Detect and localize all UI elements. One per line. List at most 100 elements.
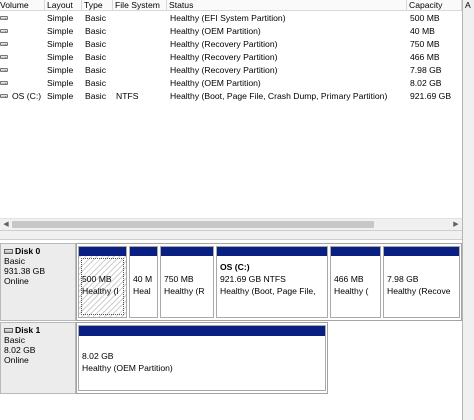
disk-title: Disk 1 (15, 325, 41, 335)
partition-color-bar (217, 247, 327, 256)
disk-icon (4, 328, 13, 333)
disk-1-title-row: Disk 1 (4, 325, 75, 335)
partition-status: Healthy (R (164, 286, 205, 296)
volume-type: Basic (85, 65, 107, 75)
partition[interactable]: 8.02 GB Healthy (OEM Partition) (78, 325, 326, 391)
column-header-type[interactable]: Type (82, 0, 113, 10)
volume-status: Healthy (Recovery Partition) (170, 39, 278, 49)
partition-text: 40 M Heal (133, 273, 156, 297)
partition-status: Healthy (I (82, 286, 119, 296)
volume-capacity: 466 MB (410, 52, 440, 62)
volume-type: Basic (85, 52, 107, 62)
drive-icon (0, 55, 8, 59)
volume-type: Basic (85, 39, 107, 49)
disk-state: Online (4, 355, 29, 365)
partition[interactable]: 466 MB Healthy ( (330, 246, 381, 318)
partition-status: Healthy (Boot, Page File, (220, 286, 316, 296)
volume-status: Healthy (OEM Partition) (170, 78, 261, 88)
volume-status: Healthy (EFI System Partition) (170, 13, 286, 23)
partition-size: 8.02 GB (82, 351, 114, 361)
column-header-status[interactable]: Status (167, 0, 407, 10)
partition-text: 8.02 GB Healthy (OEM Partition) (82, 350, 324, 374)
volume-capacity: 8.02 GB (410, 78, 442, 88)
disk-title: Disk 0 (15, 246, 41, 256)
volume-layout: Simple (47, 39, 74, 49)
partition-status: Heal (133, 286, 151, 296)
volume-row[interactable]: Simple Basic Healthy (Recovery Partition… (0, 64, 462, 77)
volume-row[interactable]: Simple Basic Healthy (OEM Partition) 40 … (0, 25, 462, 38)
drive-icon (0, 68, 8, 72)
scroll-right-arrow-icon[interactable]: ▶ (450, 219, 462, 230)
volume-type: Basic (85, 26, 107, 36)
volume-layout: Simple (47, 65, 74, 75)
partition[interactable]: 40 M Heal (129, 246, 158, 318)
column-header-file-system[interactable]: File System (113, 0, 167, 10)
disk-map[interactable]: Disk 0 Basic 931.38 GB Online 500 MB Hea… (0, 240, 462, 420)
column-header-volume[interactable]: Volume (0, 0, 45, 10)
drive-icon (0, 81, 8, 85)
disk-1-partitions: 8.02 GB Healthy (OEM Partition) (76, 322, 328, 394)
scroll-left-arrow-icon[interactable]: ◀ (0, 219, 12, 230)
partition-color-bar (384, 247, 459, 256)
disk-0-label[interactable]: Disk 0 Basic 931.38 GB Online (0, 243, 76, 321)
volume-status: Healthy (Recovery Partition) (170, 65, 278, 75)
partition-size: 466 MB (334, 274, 364, 284)
partition-name: OS (C:) (220, 262, 250, 272)
pane-splitter[interactable] (0, 230, 462, 240)
partition-size: 500 MB (82, 274, 112, 284)
disk-size: 931.38 GB (4, 266, 46, 276)
partition-status: Healthy (Recove (387, 286, 451, 296)
disk-icon (4, 249, 13, 254)
scrollbar-thumb[interactable] (12, 221, 374, 228)
volume-layout: Simple (47, 78, 74, 88)
volume-layout: Simple (47, 13, 74, 23)
disk-type: Basic (4, 335, 26, 345)
volume-capacity: 921.69 GB (410, 91, 452, 101)
drive-icon (0, 29, 8, 33)
column-header-capacity[interactable]: Capacity (407, 0, 462, 10)
volume-layout: Simple (47, 26, 74, 36)
actions-pane-edge[interactable]: A (462, 0, 474, 420)
disk-size: 8.02 GB (4, 345, 36, 355)
partition-os-c[interactable]: OS (C:) 921.69 GB NTFS Healthy (Boot, Pa… (216, 246, 328, 318)
partition-text: 750 MB Healthy (R (164, 273, 212, 297)
partition-color-bar (130, 247, 157, 256)
volume-row[interactable]: Simple Basic Healthy (EFI System Partiti… (0, 12, 462, 25)
volume-name: OS (C:) (12, 91, 42, 101)
drive-icon (0, 42, 8, 46)
volume-row[interactable]: OS (C:) Simple Basic NTFS Healthy (Boot,… (0, 90, 462, 103)
partition-size: 750 MB (164, 274, 194, 284)
partition-text: 466 MB Healthy ( (334, 273, 379, 297)
partition-color-bar (331, 247, 380, 256)
volume-row[interactable]: Simple Basic Healthy (OEM Partition) 8.0… (0, 77, 462, 90)
volume-capacity: 7.98 GB (410, 65, 442, 75)
partition-color-bar (79, 247, 126, 256)
horizontal-scrollbar[interactable]: ◀ ▶ (0, 218, 462, 230)
volume-list[interactable]: Volume Layout Type File System Status Ca… (0, 0, 462, 230)
partition[interactable]: 750 MB Healthy (R (160, 246, 214, 318)
partition-text: OS (C:) 921.69 GB NTFS Healthy (Boot, Pa… (220, 261, 326, 297)
partition-status: Healthy ( (334, 286, 369, 296)
drive-icon (0, 16, 8, 20)
volume-layout: Simple (47, 91, 74, 101)
disk-0-title-row: Disk 0 (4, 246, 75, 256)
partition-text: 7.98 GB Healthy (Recove (387, 273, 458, 297)
partition-size: 40 M (133, 274, 153, 284)
volume-file-system: NTFS (116, 91, 139, 101)
drive-icon (0, 94, 8, 98)
partition-size: 921.69 GB NTFS (220, 274, 286, 284)
volume-status: Healthy (Boot, Page File, Crash Dump, Pr… (170, 91, 388, 101)
column-header-row: Volume Layout Type File System Status Ca… (0, 0, 462, 11)
partition-text: 500 MB Healthy (I (82, 273, 125, 297)
partition[interactable]: 7.98 GB Healthy (Recove (383, 246, 460, 318)
disk-state: Online (4, 276, 29, 286)
volume-row[interactable]: Simple Basic Healthy (Recovery Partition… (0, 38, 462, 51)
disk-1-label[interactable]: Disk 1 Basic 8.02 GB Online (0, 322, 76, 394)
disk-0-partitions: 500 MB Healthy (I 40 M Heal 750 MB Healt… (76, 243, 462, 321)
column-header-layout[interactable]: Layout (45, 0, 82, 10)
volume-status: Healthy (Recovery Partition) (170, 52, 278, 62)
volume-row[interactable]: Simple Basic Healthy (Recovery Partition… (0, 51, 462, 64)
partition[interactable]: 500 MB Healthy (I (78, 246, 127, 318)
volume-capacity: 500 MB (410, 13, 440, 23)
volume-capacity: 40 MB (410, 26, 435, 36)
